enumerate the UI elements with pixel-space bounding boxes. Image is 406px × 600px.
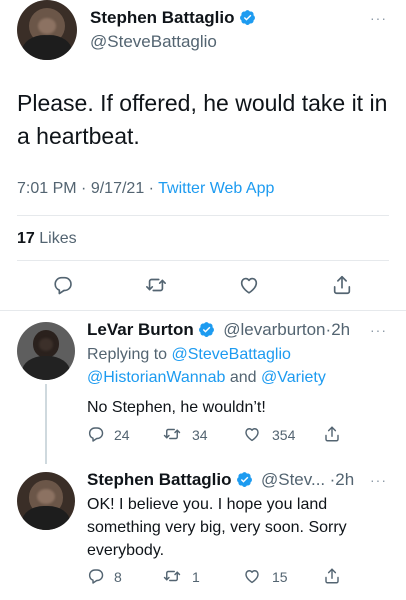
retweet-count: 1: [192, 569, 200, 585]
share-icon[interactable]: [323, 567, 341, 585]
reply-text: No Stephen, he wouldn’t!: [87, 399, 266, 416]
author-name[interactable]: LeVar Burton: [87, 320, 194, 339]
share-icon[interactable]: [323, 425, 341, 443]
retweet-icon[interactable]: [163, 567, 181, 585]
mention-link[interactable]: @HistorianWannab: [87, 369, 225, 386]
reply-header: Stephen Battaglio @Stev... ·2h: [87, 470, 354, 490]
replying-to-label: Replying to: [87, 346, 168, 363]
likes-summary[interactable]: 17 Likes: [17, 230, 77, 248]
likes-count: 17: [17, 230, 35, 247]
tweet-source-link[interactable]: Twitter Web App: [158, 180, 274, 197]
like-count: 354: [272, 427, 296, 443]
more-icon[interactable]: ···: [370, 322, 387, 338]
share-icon[interactable]: [331, 274, 353, 296]
reply-icon[interactable]: [52, 274, 74, 296]
meta-separator: ·: [148, 180, 154, 197]
retweet-count: 34: [192, 427, 208, 443]
divider: [17, 215, 389, 216]
author-avatar[interactable]: [17, 472, 75, 530]
like-count: 15: [272, 569, 288, 585]
mention-link[interactable]: @Variety: [261, 369, 326, 386]
reply-count: 24: [114, 427, 130, 443]
mention-joiner: and: [229, 369, 257, 386]
author-name-row[interactable]: Stephen Battaglio: [90, 8, 256, 28]
more-icon[interactable]: ···: [370, 10, 387, 26]
retweet-icon[interactable]: [145, 274, 167, 296]
verified-badge-icon: [236, 472, 252, 487]
thread-line: [45, 384, 47, 464]
author-handle[interactable]: @SteveBattaglio: [90, 32, 217, 52]
tweet-time[interactable]: 7:01 PM: [17, 180, 77, 197]
reply-age[interactable]: 2h: [335, 470, 354, 489]
author-handle[interactable]: @levarburton: [223, 320, 325, 339]
mention-link[interactable]: @SteveBattaglio: [172, 346, 291, 363]
author-name[interactable]: Stephen Battaglio: [90, 8, 235, 27]
tweet-meta: 7:01 PM · 9/17/21 · Twitter Web App: [17, 180, 274, 198]
reply-age[interactable]: 2h: [331, 320, 350, 339]
verified-badge-icon: [239, 10, 255, 25]
divider: [0, 310, 406, 311]
meta-separator: ·: [81, 180, 87, 197]
author-name[interactable]: Stephen Battaglio: [87, 470, 232, 489]
reply-header: LeVar Burton @levarburton·2h: [87, 320, 350, 340]
likes-label: Likes: [39, 230, 77, 247]
author-handle[interactable]: @Stev...: [261, 470, 325, 489]
replying-to: Replying to @SteveBattaglio @HistorianWa…: [87, 343, 387, 389]
like-icon[interactable]: [243, 567, 261, 585]
author-avatar[interactable]: [17, 322, 75, 380]
divider: [17, 260, 389, 261]
tweet-date[interactable]: 9/17/21: [91, 180, 144, 197]
like-icon[interactable]: [238, 274, 260, 296]
like-icon[interactable]: [243, 425, 261, 443]
reply-text: OK! I believe you. I hope you land somet…: [87, 496, 347, 559]
verified-badge-icon: [198, 322, 214, 337]
reply-icon[interactable]: [87, 425, 105, 443]
reply-icon[interactable]: [87, 567, 105, 585]
tweet-text: Please. If offered, he would take it in …: [17, 90, 388, 149]
author-avatar[interactable]: [17, 0, 77, 60]
more-icon[interactable]: ···: [370, 472, 387, 488]
reply-count: 8: [114, 569, 122, 585]
retweet-icon[interactable]: [163, 425, 181, 443]
